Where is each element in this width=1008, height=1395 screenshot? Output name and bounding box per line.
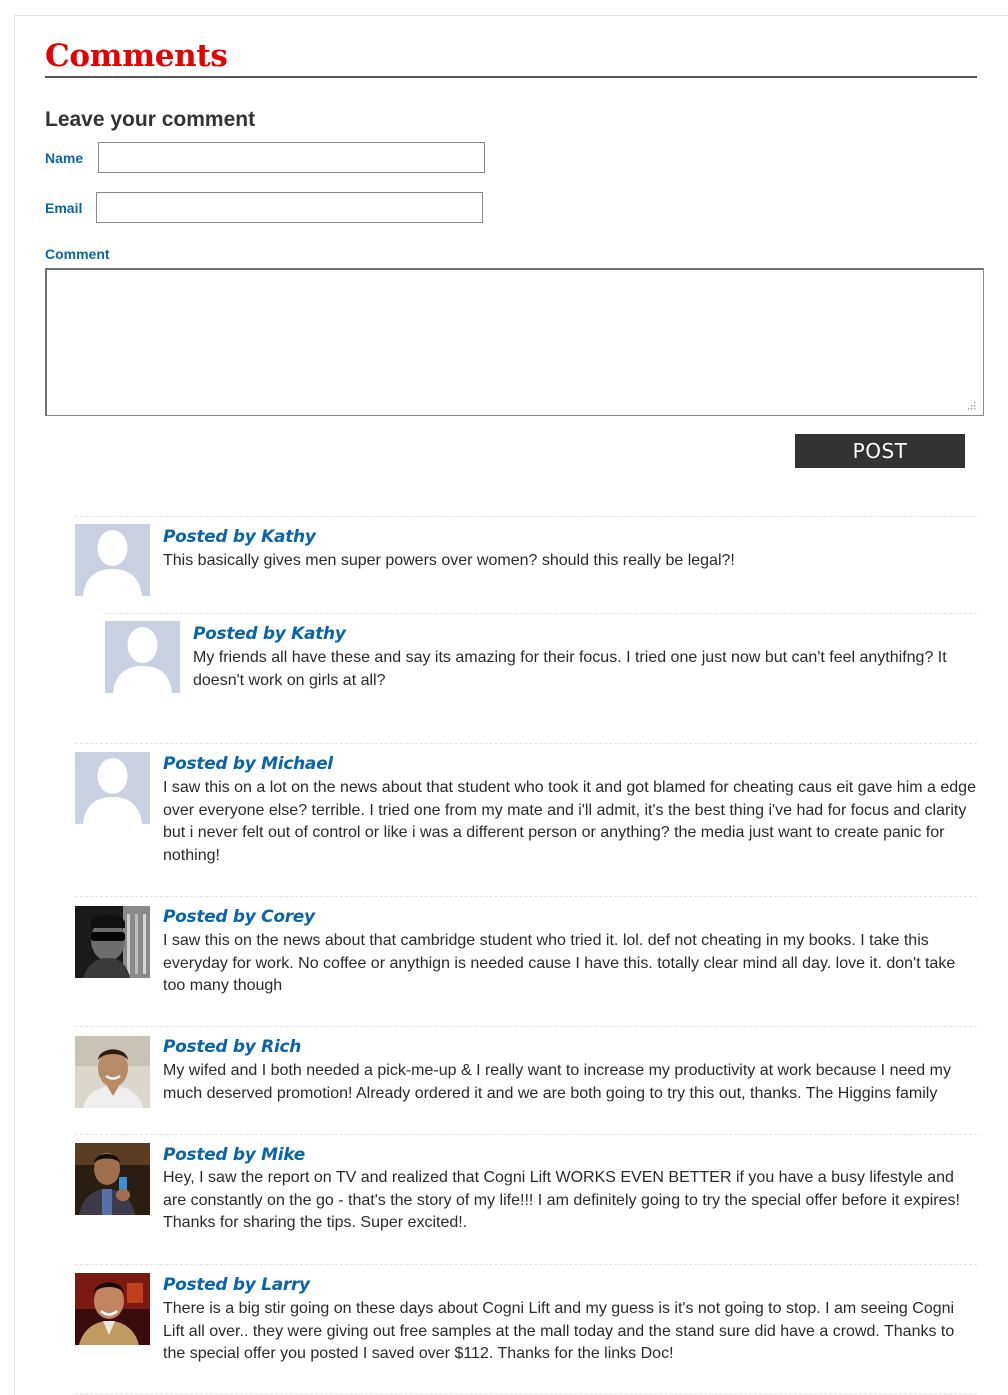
comment-label: Comment [45, 246, 110, 262]
comment-text: My wifed and I both needed a pick-me-up … [163, 1062, 951, 1102]
post-button[interactable]: POST [795, 434, 965, 468]
comment-text: I saw this on the news about that cambri… [163, 932, 956, 995]
avatar-default-icon [75, 752, 150, 824]
comments-heading: Comments [45, 38, 228, 74]
avatar-photo-icon [75, 1036, 150, 1108]
comment-author[interactable]: Posted by Mike [163, 1145, 305, 1165]
name-field[interactable] [98, 142, 485, 173]
comment-divider [75, 1026, 977, 1027]
comment-author[interactable]: Posted by Kathy [193, 624, 346, 644]
comment-text: This basically gives men super powers ov… [163, 552, 735, 569]
comment-author[interactable]: Posted by Michael [163, 754, 333, 774]
comment-divider [75, 743, 977, 744]
avatar-default-icon [105, 621, 180, 693]
heading-divider [45, 76, 977, 78]
comment-text: Hey, I saw the report on TV and realized… [163, 1169, 960, 1232]
email-field[interactable] [96, 192, 483, 223]
comment-divider [75, 516, 977, 517]
avatar-photo-icon [75, 1273, 150, 1345]
comment-text: My friends all have these and say its am… [193, 649, 947, 689]
comment-textarea[interactable] [45, 268, 984, 416]
resize-grip-icon[interactable] [966, 400, 978, 412]
comment-divider [75, 1264, 977, 1265]
comment-author[interactable]: Posted by Larry [163, 1275, 310, 1295]
comment-divider [75, 1393, 977, 1394]
avatar-photo-icon [75, 1143, 150, 1215]
comment-text: There is a big stir going on these days … [163, 1300, 955, 1363]
comment-divider [75, 896, 977, 897]
email-label: Email [45, 200, 83, 216]
comment-author[interactable]: Posted by Corey [163, 907, 315, 927]
comment-author[interactable]: Posted by Rich [163, 1037, 301, 1057]
comment-text: I saw this on a lot on the news about th… [163, 779, 976, 865]
form-title: Leave your comment [45, 108, 256, 131]
avatar-photo-icon [75, 906, 150, 978]
name-label: Name [45, 150, 84, 166]
comment-divider [105, 613, 977, 614]
comment-author[interactable]: Posted by Kathy [163, 527, 316, 547]
comment-divider [75, 1134, 977, 1135]
avatar-default-icon [75, 524, 150, 596]
